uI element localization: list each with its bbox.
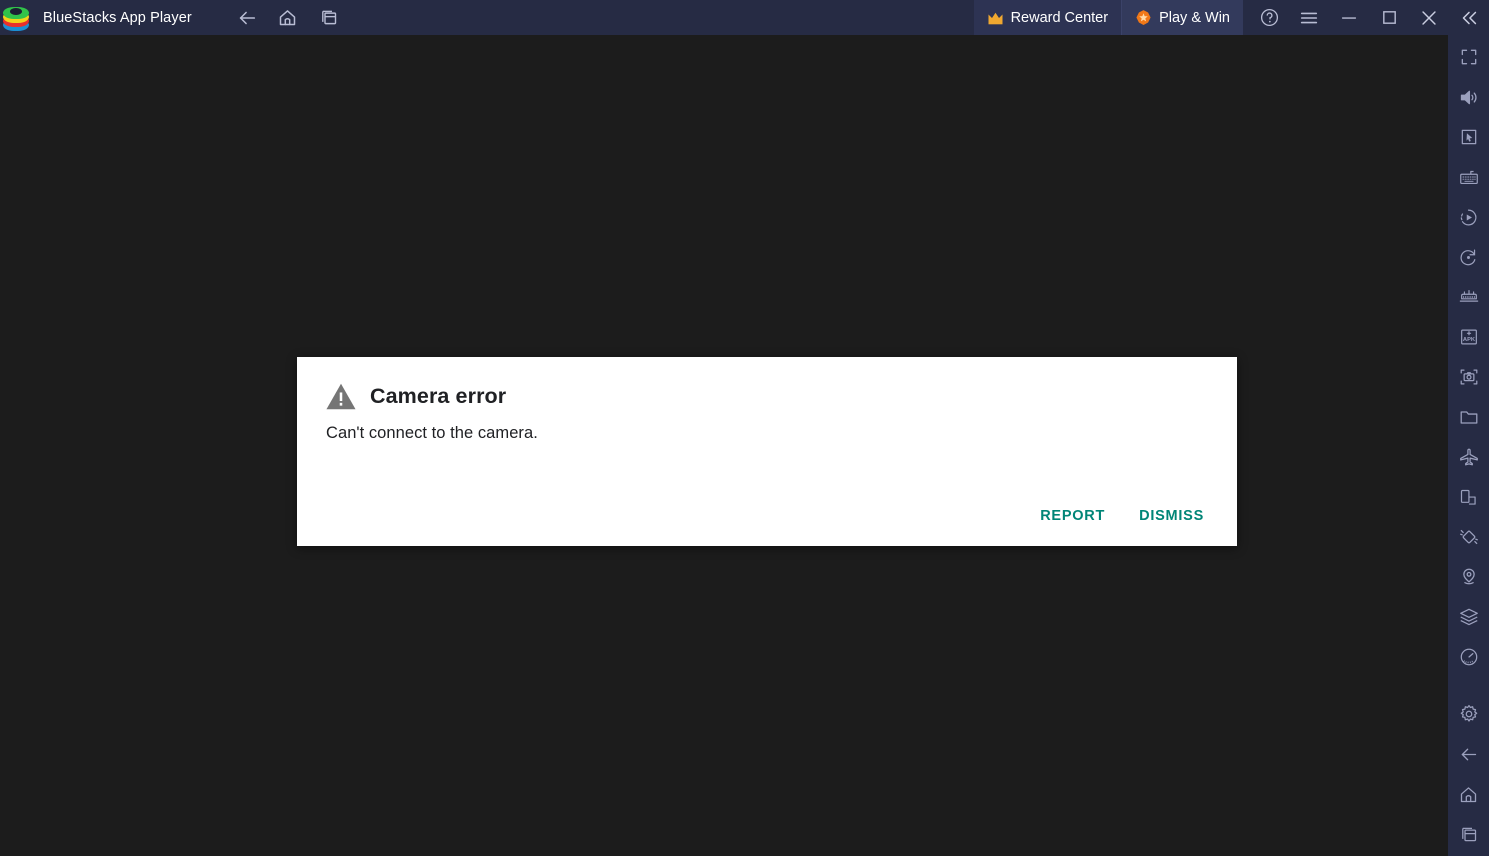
sidebar-item-install-apk[interactable]: APK	[1448, 317, 1489, 357]
window-system-buttons	[1243, 0, 1489, 35]
sidebar-item-recents[interactable]	[1448, 814, 1489, 854]
title-bar-nav-group	[232, 3, 344, 33]
star-badge-icon	[1136, 10, 1151, 25]
dialog-title: Camera error	[370, 384, 507, 408]
sidebar-item-screenshot[interactable]	[1448, 357, 1489, 397]
camera-error-dialog: Camera error Can't connect to the camera…	[297, 357, 1237, 546]
sidebar-item-media-manager[interactable]	[1448, 397, 1489, 437]
collapse-sidebar-icon[interactable]	[1449, 0, 1489, 35]
home-nav-icon	[1460, 786, 1477, 802]
svg-text:APK: APK	[1462, 337, 1475, 343]
sidebar-item-settings[interactable]	[1448, 694, 1489, 734]
sidebar-item-performance[interactable]	[1448, 637, 1489, 677]
macro-recorder-icon	[1460, 209, 1477, 225]
performance-meter-icon	[1460, 648, 1477, 666]
bluestacks-window: BlueStacks App Player Reward Center Play…	[0, 0, 1489, 856]
sidebar-item-eco-mode[interactable]	[1448, 437, 1489, 477]
help-icon[interactable]	[1249, 0, 1289, 35]
back-arrow-icon	[1461, 748, 1477, 760]
title-bar-left: BlueStacks App Player	[0, 0, 344, 35]
sidebar-item-home[interactable]	[1448, 774, 1489, 814]
warning-triangle-icon	[326, 383, 356, 410]
sidebar-item-shake[interactable]	[1448, 517, 1489, 557]
back-icon[interactable]	[232, 3, 262, 33]
settings-gear-icon	[1460, 704, 1477, 722]
screenshot-icon	[1460, 369, 1477, 385]
window-title: BlueStacks App Player	[43, 9, 192, 26]
emulator-content-area: Camera error Can't connect to the camera…	[0, 35, 1448, 856]
maximize-icon[interactable]	[1369, 0, 1409, 35]
multi-instance-icon	[1460, 489, 1476, 505]
sidebar-item-instance-manager[interactable]	[1448, 597, 1489, 637]
home-icon[interactable]	[273, 3, 303, 33]
sidebar-item-location[interactable]	[1448, 557, 1489, 597]
shake-icon	[1459, 529, 1478, 545]
install-apk-icon: APK	[1460, 329, 1477, 345]
cursor-pointer-icon	[1461, 129, 1476, 145]
bluestacks-logo-icon	[1, 3, 31, 33]
sidebar-item-rotate[interactable]	[1448, 237, 1489, 277]
tools-sidebar: APK	[1448, 35, 1489, 856]
play-and-win-label: Play & Win	[1159, 9, 1230, 26]
sidebar-item-gamepad[interactable]	[1448, 277, 1489, 317]
reward-center-label: Reward Center	[1010, 9, 1109, 26]
reward-center-button[interactable]: Reward Center	[973, 0, 1122, 35]
report-button[interactable]: REPORT	[1027, 500, 1118, 532]
title-bar: BlueStacks App Player Reward Center Play…	[0, 0, 1489, 35]
sidebar-item-back[interactable]	[1448, 734, 1489, 774]
sidebar-item-fullscreen[interactable]	[1448, 37, 1489, 77]
play-and-win-button[interactable]: Play & Win	[1121, 0, 1243, 35]
crown-icon	[988, 12, 1003, 24]
sidebar-item-controls[interactable]	[1448, 117, 1489, 157]
rotate-icon	[1460, 249, 1476, 265]
sidebar-item-macro-recorder[interactable]	[1448, 197, 1489, 237]
keyboard-icon	[1459, 170, 1478, 185]
dialog-message: Can't connect to the camera.	[326, 424, 538, 442]
recents-nav-icon	[1462, 827, 1477, 841]
dismiss-button[interactable]: DISMISS	[1126, 500, 1217, 532]
sidebar-item-volume[interactable]	[1448, 77, 1489, 117]
sidebar-item-multi-instance[interactable]	[1448, 477, 1489, 517]
minimize-icon[interactable]	[1329, 0, 1369, 35]
volume-icon	[1460, 90, 1477, 104]
dialog-title-row: Camera error	[297, 357, 1237, 410]
recent-apps-icon[interactable]	[314, 3, 344, 33]
close-icon[interactable]	[1409, 0, 1449, 35]
eco-mode-icon	[1459, 448, 1478, 466]
hamburger-menu-icon[interactable]	[1289, 0, 1329, 35]
location-pin-icon	[1462, 568, 1475, 585]
sidebar-item-game-controls[interactable]	[1448, 157, 1489, 197]
gamepad-icon	[1459, 290, 1478, 302]
fullscreen-icon	[1461, 49, 1476, 65]
dialog-actions: REPORT DISMISS	[1027, 500, 1217, 532]
layers-icon	[1459, 608, 1478, 626]
title-bar-right: Reward Center Play & Win	[973, 0, 1489, 35]
media-folder-icon	[1460, 411, 1477, 424]
